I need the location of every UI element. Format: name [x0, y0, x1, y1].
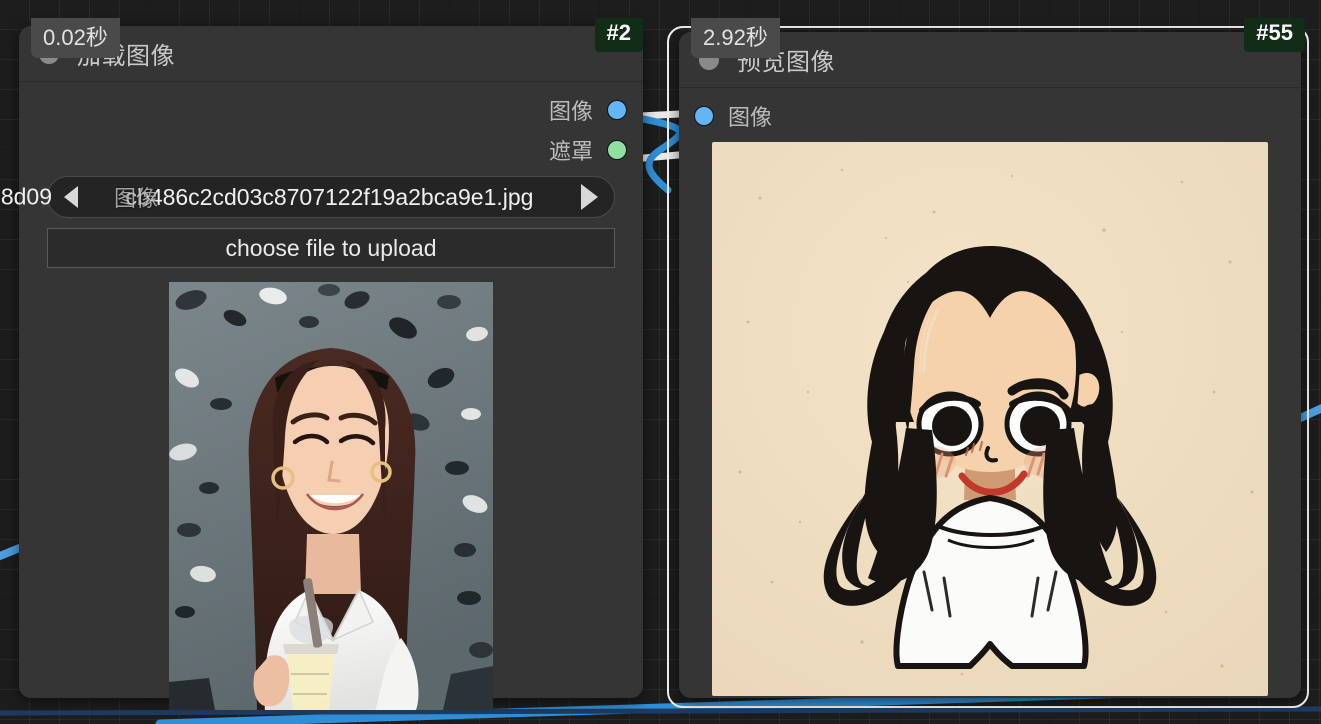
node-preview-image-id-badge: #55	[1244, 18, 1305, 52]
output-socket-mask-dot[interactable]	[607, 140, 627, 160]
choose-file-to-upload-button[interactable]: choose file to upload	[47, 228, 615, 268]
node-load-image-id-badge: #2	[594, 18, 643, 52]
node-load-image-body: 图像 遮罩 68d09 图像 cb486c2cd03c8707122f19a2b…	[0, 90, 643, 710]
output-slot-mask-label: 遮罩	[548, 139, 593, 164]
loaded-image-thumbnail	[169, 282, 493, 710]
node-preview-image[interactable]: 预览图像 图像 2.92秒 #55	[679, 18, 1305, 698]
chevron-left-icon[interactable]	[64, 186, 78, 208]
node-preview-image-body: 图像	[679, 96, 1301, 696]
output-slot-image[interactable]: 图像	[19, 90, 643, 130]
input-slot-image[interactable]: 图像	[679, 96, 1301, 136]
node-load-image[interactable]: 加载图像 图像 遮罩 68d09 图像 cb486c2cd03c8707122f…	[0, 18, 643, 710]
output-socket-image-dot[interactable]	[607, 100, 627, 120]
image-filename-combo[interactable]: 68d09 图像 cb486c2cd03c8707122f19a2bca9e1.…	[0, 176, 615, 218]
preview-image-art	[712, 142, 1268, 696]
input-socket-image-dot[interactable]	[694, 106, 714, 126]
image-filename-value: cb486c2cd03c8707122f19a2bca9e1.jpg	[125, 183, 534, 210]
image-filename-overflow: 68d09	[0, 183, 52, 210]
choose-file-to-upload-label: choose file to upload	[225, 234, 437, 261]
output-slot-image-label: 图像	[548, 99, 593, 124]
node-load-image-exec-time: 0.02秒	[31, 18, 120, 58]
input-slot-image-label: 图像	[728, 105, 773, 130]
loaded-image-thumbnail-art	[169, 282, 493, 710]
preview-image-output	[712, 142, 1268, 696]
node-preview-image-exec-time: 2.92秒	[691, 18, 780, 58]
output-slot-mask[interactable]: 遮罩	[19, 130, 643, 170]
chevron-right-icon[interactable]	[581, 184, 598, 210]
